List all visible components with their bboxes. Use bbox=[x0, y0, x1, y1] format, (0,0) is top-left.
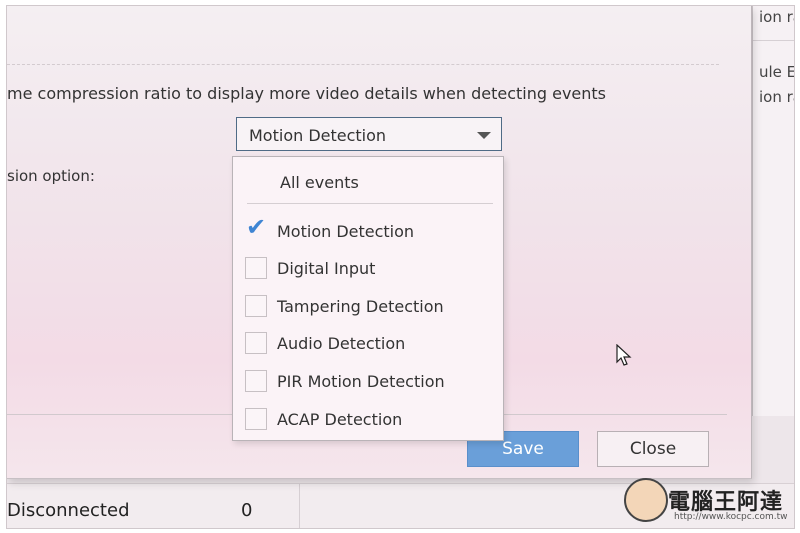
dropdown-option-digital-input[interactable]: Digital Input bbox=[245, 256, 495, 282]
compression-description: me compression ratio to display more vid… bbox=[7, 84, 606, 103]
option-label: ACAP Detection bbox=[277, 410, 403, 429]
option-label: PIR Motion Detection bbox=[277, 372, 445, 391]
compression-option-label: sion option: bbox=[7, 167, 95, 185]
option-label: Digital Input bbox=[277, 259, 376, 278]
dropdown-divider bbox=[247, 203, 493, 204]
background-text-2: ule E bbox=[759, 63, 795, 81]
checkbox-unchecked[interactable] bbox=[245, 332, 267, 354]
section-divider bbox=[7, 64, 719, 65]
settings-dialog: me compression ratio to display more vid… bbox=[7, 6, 752, 479]
background-divider bbox=[753, 40, 794, 41]
all-events-option[interactable]: All events bbox=[280, 173, 359, 192]
watermark-url: http://www.kocpc.com.tw bbox=[674, 512, 788, 522]
screen-photo: ion ra ule E ion ra Disconnected 0 me co… bbox=[6, 5, 795, 529]
site-watermark: 電腦王阿達 http://www.kocpc.com.tw bbox=[624, 478, 794, 528]
event-type-selected-value: Motion Detection bbox=[249, 126, 387, 145]
option-label: Tampering Detection bbox=[277, 297, 444, 316]
dropdown-option-tampering-detection[interactable]: Tampering Detection bbox=[245, 294, 495, 320]
mouse-cursor-icon bbox=[616, 344, 632, 366]
event-type-select[interactable]: Motion Detection bbox=[236, 117, 502, 151]
status-count: 0 bbox=[241, 500, 253, 521]
background-text-1: ion ra bbox=[759, 8, 794, 26]
option-label: Audio Detection bbox=[277, 334, 406, 353]
dropdown-option-motion-detection[interactable]: ✔ Motion Detection bbox=[245, 213, 495, 245]
option-label: Motion Detection bbox=[277, 222, 415, 241]
column-divider bbox=[299, 484, 300, 528]
status-label: Disconnected bbox=[7, 500, 130, 521]
dropdown-option-pir-motion-detection[interactable]: PIR Motion Detection bbox=[245, 369, 495, 395]
checkbox-unchecked[interactable] bbox=[245, 295, 267, 317]
checkmark-icon: ✔ bbox=[246, 213, 267, 241]
checkbox-unchecked[interactable] bbox=[245, 257, 267, 279]
dropdown-option-audio-detection[interactable]: Audio Detection bbox=[245, 331, 495, 357]
event-type-dropdown: All events ✔ Motion Detection Digital In… bbox=[232, 156, 504, 441]
mascot-logo-icon bbox=[624, 478, 668, 522]
close-button[interactable]: Close bbox=[597, 431, 709, 467]
chevron-down-icon[interactable] bbox=[477, 132, 491, 139]
checkbox-unchecked[interactable] bbox=[245, 370, 267, 392]
dropdown-option-acap-detection[interactable]: ACAP Detection bbox=[245, 407, 495, 433]
background-right-panel: ion ra ule E ion ra bbox=[752, 6, 795, 416]
checkbox-unchecked[interactable] bbox=[245, 408, 267, 430]
background-text-3: ion ra bbox=[759, 88, 794, 106]
